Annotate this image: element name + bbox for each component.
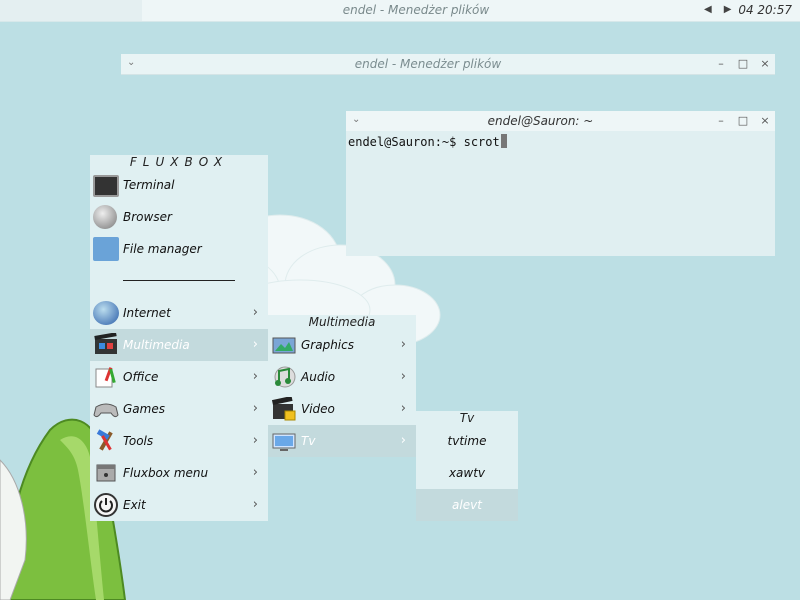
minimize-button[interactable]: – (713, 113, 729, 129)
terminal-command-line: endel@Sauron:~$ scrot (348, 134, 507, 149)
menu-item-exit[interactable]: Exit › (90, 489, 268, 521)
chevron-right-icon: › (252, 337, 258, 352)
menu-item-label: alevt (452, 498, 482, 512)
chevron-right-icon: › (400, 433, 406, 448)
menu-item-file-manager[interactable]: File manager (90, 233, 268, 265)
menu-item-label: Internet (123, 306, 171, 320)
menu-item-label: Multimedia (123, 338, 190, 352)
menu-item-label: File manager (123, 242, 202, 256)
menu-item-label: Audio (301, 370, 336, 384)
menu-item-alevt[interactable]: alevt (416, 489, 518, 521)
menu-item-xawtv[interactable]: xawtv (416, 457, 518, 489)
shell-prompt: endel@Sauron:~$ (348, 135, 464, 149)
chevron-right-icon: › (252, 305, 258, 320)
menu-item-tvtime[interactable]: tvtime (416, 425, 518, 457)
typed-command: scrot (463, 135, 500, 149)
menu-item-terminal[interactable]: Terminal (90, 169, 268, 201)
window-title: endel - Menedżer plików (354, 57, 502, 71)
chevron-right-icon: › (252, 433, 258, 448)
terminal-window: ⌄ endel@Sauron: ~ – □ × endel@Sauron:~$ … (346, 111, 775, 256)
menu-item-tv[interactable]: Tv › (268, 425, 416, 457)
menu-title: Tv (459, 411, 475, 425)
terminal-icon (93, 175, 119, 197)
workspace-area[interactable] (0, 0, 142, 21)
folder-icon (93, 237, 119, 261)
maximize-button[interactable]: □ (735, 56, 751, 72)
tools-icon (96, 429, 113, 451)
minimize-button[interactable]: – (713, 56, 729, 72)
menu-item-games[interactable]: Games › (90, 393, 268, 425)
chevron-right-icon: › (400, 337, 406, 352)
chevron-right-icon: › (400, 369, 406, 384)
menu-item-label: Graphics (301, 338, 354, 352)
prev-window-icon[interactable]: ◀ (704, 4, 724, 15)
menu-item-graphics[interactable]: Graphics › (268, 329, 416, 361)
terminal-output[interactable]: endel@Sauron:~$ scrot (346, 131, 775, 256)
close-button[interactable]: × (757, 113, 773, 129)
menu-title: Multimedia (308, 315, 376, 329)
video-icon (271, 397, 296, 421)
menu-item-video[interactable]: Video › (268, 393, 416, 425)
clock: 04 20:57 (738, 3, 792, 17)
menu-item-label: Tv (301, 434, 316, 448)
chevron-right-icon: › (400, 401, 406, 416)
multimedia-icon (94, 333, 117, 354)
chevron-right-icon: › (252, 497, 258, 512)
menu-item-label: xawtv (448, 466, 486, 480)
fluxbox-menu-icon (96, 464, 116, 482)
menu-item-label: Video (301, 402, 335, 416)
top-toolbar: endel - Menedżer plików ◀▶ 04 20:57 (0, 0, 800, 22)
menu-item-browser[interactable]: Browser (90, 201, 268, 233)
menu-item-multimedia[interactable]: Multimedia › (90, 329, 268, 361)
internet-icon (93, 301, 119, 325)
chevron-right-icon: › (252, 401, 258, 416)
window-titlebar[interactable]: ⌄ endel@Sauron: ~ – □ × (346, 111, 775, 132)
stick-icon[interactable]: ⌄ (352, 114, 360, 125)
fluxbox-root-menu: FLUXBOX Terminal Browser File manager In… (90, 155, 268, 521)
office-icon (95, 367, 116, 388)
text-cursor (500, 134, 507, 148)
menu-item-label: Tools (123, 434, 154, 448)
maximize-button[interactable]: □ (735, 113, 751, 129)
graphics-icon (272, 337, 296, 354)
menu-title: FLUXBOX (129, 155, 229, 169)
tv-submenu: Tv tvtime xawtv alevt (416, 411, 518, 521)
tv-icon (272, 433, 296, 451)
chevron-right-icon: › (252, 369, 258, 384)
menu-item-tools[interactable]: Tools › (90, 425, 268, 457)
menu-item-label: Office (123, 370, 159, 384)
globe-icon (93, 205, 117, 229)
close-button[interactable]: × (757, 56, 773, 72)
audio-icon (274, 366, 296, 388)
menu-item-label: Terminal (123, 178, 175, 192)
focused-window-title[interactable]: endel - Menedżer plików (142, 3, 690, 17)
menu-separator (123, 280, 235, 281)
menu-item-label: Exit (123, 498, 146, 512)
file-manager-window: ⌄ endel - Menedżer plików – □ × (121, 54, 775, 75)
window-title: endel@Sauron: ~ (487, 114, 594, 128)
menu-item-fluxbox-menu[interactable]: Fluxbox menu › (90, 457, 268, 489)
power-icon (94, 493, 118, 517)
window-titlebar[interactable]: ⌄ endel - Menedżer plików – □ × (121, 54, 775, 75)
gamepad-icon (93, 403, 119, 418)
menu-item-label: tvtime (447, 434, 487, 448)
menu-item-audio[interactable]: Audio › (268, 361, 416, 393)
menu-item-label: Games (123, 402, 165, 416)
menu-item-office[interactable]: Office › (90, 361, 268, 393)
menu-item-internet[interactable]: Internet › (90, 297, 268, 329)
menu-item-label: Browser (123, 210, 172, 224)
multimedia-submenu: Multimedia Graphics › Audio › Video › Tv… (268, 315, 416, 457)
menu-item-label: Fluxbox menu (123, 466, 209, 480)
stick-icon[interactable]: ⌄ (127, 57, 135, 68)
chevron-right-icon: › (252, 465, 258, 480)
